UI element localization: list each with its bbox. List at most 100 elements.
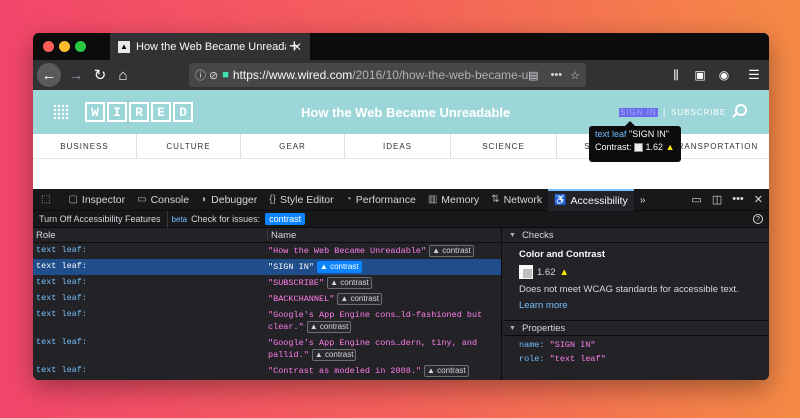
new-tab-button[interactable]: + [289,36,300,56]
tree-row[interactable]: text leaf: "Contrast as modeled in 2008.… [33,363,501,379]
more-tabs-icon[interactable]: » [634,189,652,211]
section-gear[interactable]: GEAR [241,134,345,159]
inspector-icon: ▢ [68,194,78,205]
grid-menu-icon[interactable] [53,104,69,120]
tree-row[interactable]: text leaf: "Google's App Engine cons…ld-… [33,307,501,335]
role-column-header[interactable]: Role [33,229,268,241]
url-text[interactable]: https://www.wired.com/2016/10/how-the-we… [233,68,528,82]
tab-label: Accessibility [570,194,628,207]
expand-triangle-icon: ▼ [509,231,516,239]
permissions-icon[interactable]: ⊘ [209,69,218,82]
tab-console[interactable]: ▭ Console [131,189,195,211]
tree-row[interactable]: text leaf: "How the Web Became Unreadabl… [33,243,501,259]
contrast-message: Does not meet WCAG standards for accessi… [519,284,739,295]
row-role: text leaf: [36,337,88,347]
devtools-panel: ⬚ ▢ Inspector ▭ Console ◗ Debugger {} Style … [33,188,769,380]
account-icon[interactable]: ◉ [715,64,733,86]
contrast-badge[interactable]: ▲ contrast [337,293,382,305]
row-role: text leaf: [36,245,88,255]
tab-debugger[interactable]: ◗ Debugger [195,189,263,211]
back-button[interactable]: ← [37,63,61,87]
tab-performance[interactable]: ◔ Performance [340,189,422,211]
checks-header-label: Checks [521,229,554,241]
logo-letter: R [129,102,149,122]
tab-label: Debugger [211,193,258,206]
tab-label: Performance [355,193,416,206]
row-name: "SIGN IN" [268,262,314,272]
contrast-badge[interactable]: ▲ contrast [306,321,352,333]
turn-off-accessibility-button[interactable]: Turn Off Accessibility Features [33,210,168,228]
contrast-swatch-icon [519,265,533,279]
properties-section-header[interactable]: ▼ Properties [503,321,769,336]
tab-style-editor[interactable]: {} Style Editor [263,189,339,211]
name-column-header[interactable]: Name [268,230,296,241]
tab-memory[interactable]: ▥ Memory [422,189,485,211]
contrast-badge[interactable]: ▲ contrast [311,349,357,361]
reload-button[interactable]: ↻ [90,64,110,86]
tree-row[interactable]: text leaf: "BACKCHANNEL" ▲ contrast [33,291,501,307]
zoom-window-button[interactable] [75,41,86,52]
tab-inspector[interactable]: ▢ Inspector [62,189,131,211]
check-issues-select[interactable]: contrast [265,213,306,225]
search-icon[interactable] [735,104,747,116]
menu-icon[interactable]: ☰ [745,64,763,86]
property-value: "text leaf" [549,354,606,364]
console-icon: ▭ [137,194,147,205]
tab-network[interactable]: ⇅ Network [485,189,548,211]
tooltip-contrast-value: 1.62 [645,142,664,152]
home-button[interactable]: ⌂ [113,64,133,86]
tree-row-selected[interactable]: text leaf: "SIGN IN" ▲ contrast [33,259,501,275]
contrast-badge[interactable]: ▲ contrast [429,245,474,257]
help-icon[interactable]: ? [753,214,763,224]
tab-label: Network [503,193,543,206]
contrast-value: 1.62 [537,266,556,278]
library-icon[interactable]: ⫼ [667,64,685,86]
forward-button[interactable]: → [66,64,86,86]
page-actions-icon[interactable]: ••• [551,69,563,81]
lock-icon[interactable]: ■ [222,69,229,81]
row-role: text leaf: [36,365,88,375]
close-devtools-icon[interactable]: ✕ [754,193,763,206]
checks-body: Color and Contrast 1.62 ▲ Does not meet … [503,243,769,321]
property-key: role: [519,354,545,364]
signin-link[interactable]: SIGN IN [619,108,658,117]
tree-row[interactable]: text leaf: "SUBSCRIBE" ▲ contrast [33,275,501,291]
responsive-mode-icon[interactable]: ▭ [691,193,701,206]
wired-logo[interactable]: W I R E D [85,102,193,122]
row-name: "SUBSCRIBE" [268,278,325,288]
devtools-menu-icon[interactable]: ••• [732,193,744,206]
accessibility-toolbar: Turn Off Accessibility Features beta Che… [33,210,769,228]
property-row[interactable]: name: "SIGN IN" [519,340,753,350]
url-bar[interactable]: ⓘ ⊘ ■ https://www.wired.com/2016/10/how-… [189,63,586,87]
properties-body: name: "SIGN IN" role: "text leaf" [503,336,769,372]
browser-tab[interactable]: ▲ How the Web Became Unreadab ✕ [110,33,310,60]
section-ideas[interactable]: IDEAS [345,134,451,159]
minimize-window-button[interactable] [59,41,70,52]
accessibility-sidebar: ▼ Checks Color and Contrast 1.62 ▲ Does … [503,228,769,380]
dock-icon[interactable]: ◫ [712,193,722,206]
row-name: "BACKCHANNEL" [268,294,335,304]
contrast-badge[interactable]: ▲ contrast [316,261,362,273]
property-key: name: [519,340,545,350]
style-editor-icon: {} [269,194,276,205]
tree-row[interactable]: text leaf: "Google's App Engine cons…der… [33,335,501,363]
property-row[interactable]: role: "text leaf" [519,354,753,364]
learn-more-link[interactable]: Learn more [519,300,753,311]
accessibility-icon: ♿ [554,195,567,206]
close-window-button[interactable] [43,41,54,52]
subscribe-link[interactable]: SUBSCRIBE [671,108,726,117]
bookmark-star-icon[interactable]: ☆ [570,69,580,82]
element-picker-icon[interactable]: ⬚ [33,189,62,211]
sidebar-icon[interactable]: ▣ [691,64,709,86]
section-culture[interactable]: CULTURE [137,134,241,159]
performance-icon: ◔ [345,194,352,205]
checks-section-header[interactable]: ▼ Checks [503,228,769,243]
contrast-badge[interactable]: ▲ contrast [327,277,372,289]
debugger-icon: ◗ [201,194,208,205]
section-science[interactable]: SCIENCE [451,134,557,159]
reader-view-icon[interactable]: ▤ [528,69,538,82]
contrast-badge[interactable]: ▲ contrast [424,365,469,377]
tab-accessibility[interactable]: ♿ Accessibility [548,188,634,211]
info-icon[interactable]: ⓘ [195,67,206,83]
section-business[interactable]: BUSINESS [33,134,137,159]
